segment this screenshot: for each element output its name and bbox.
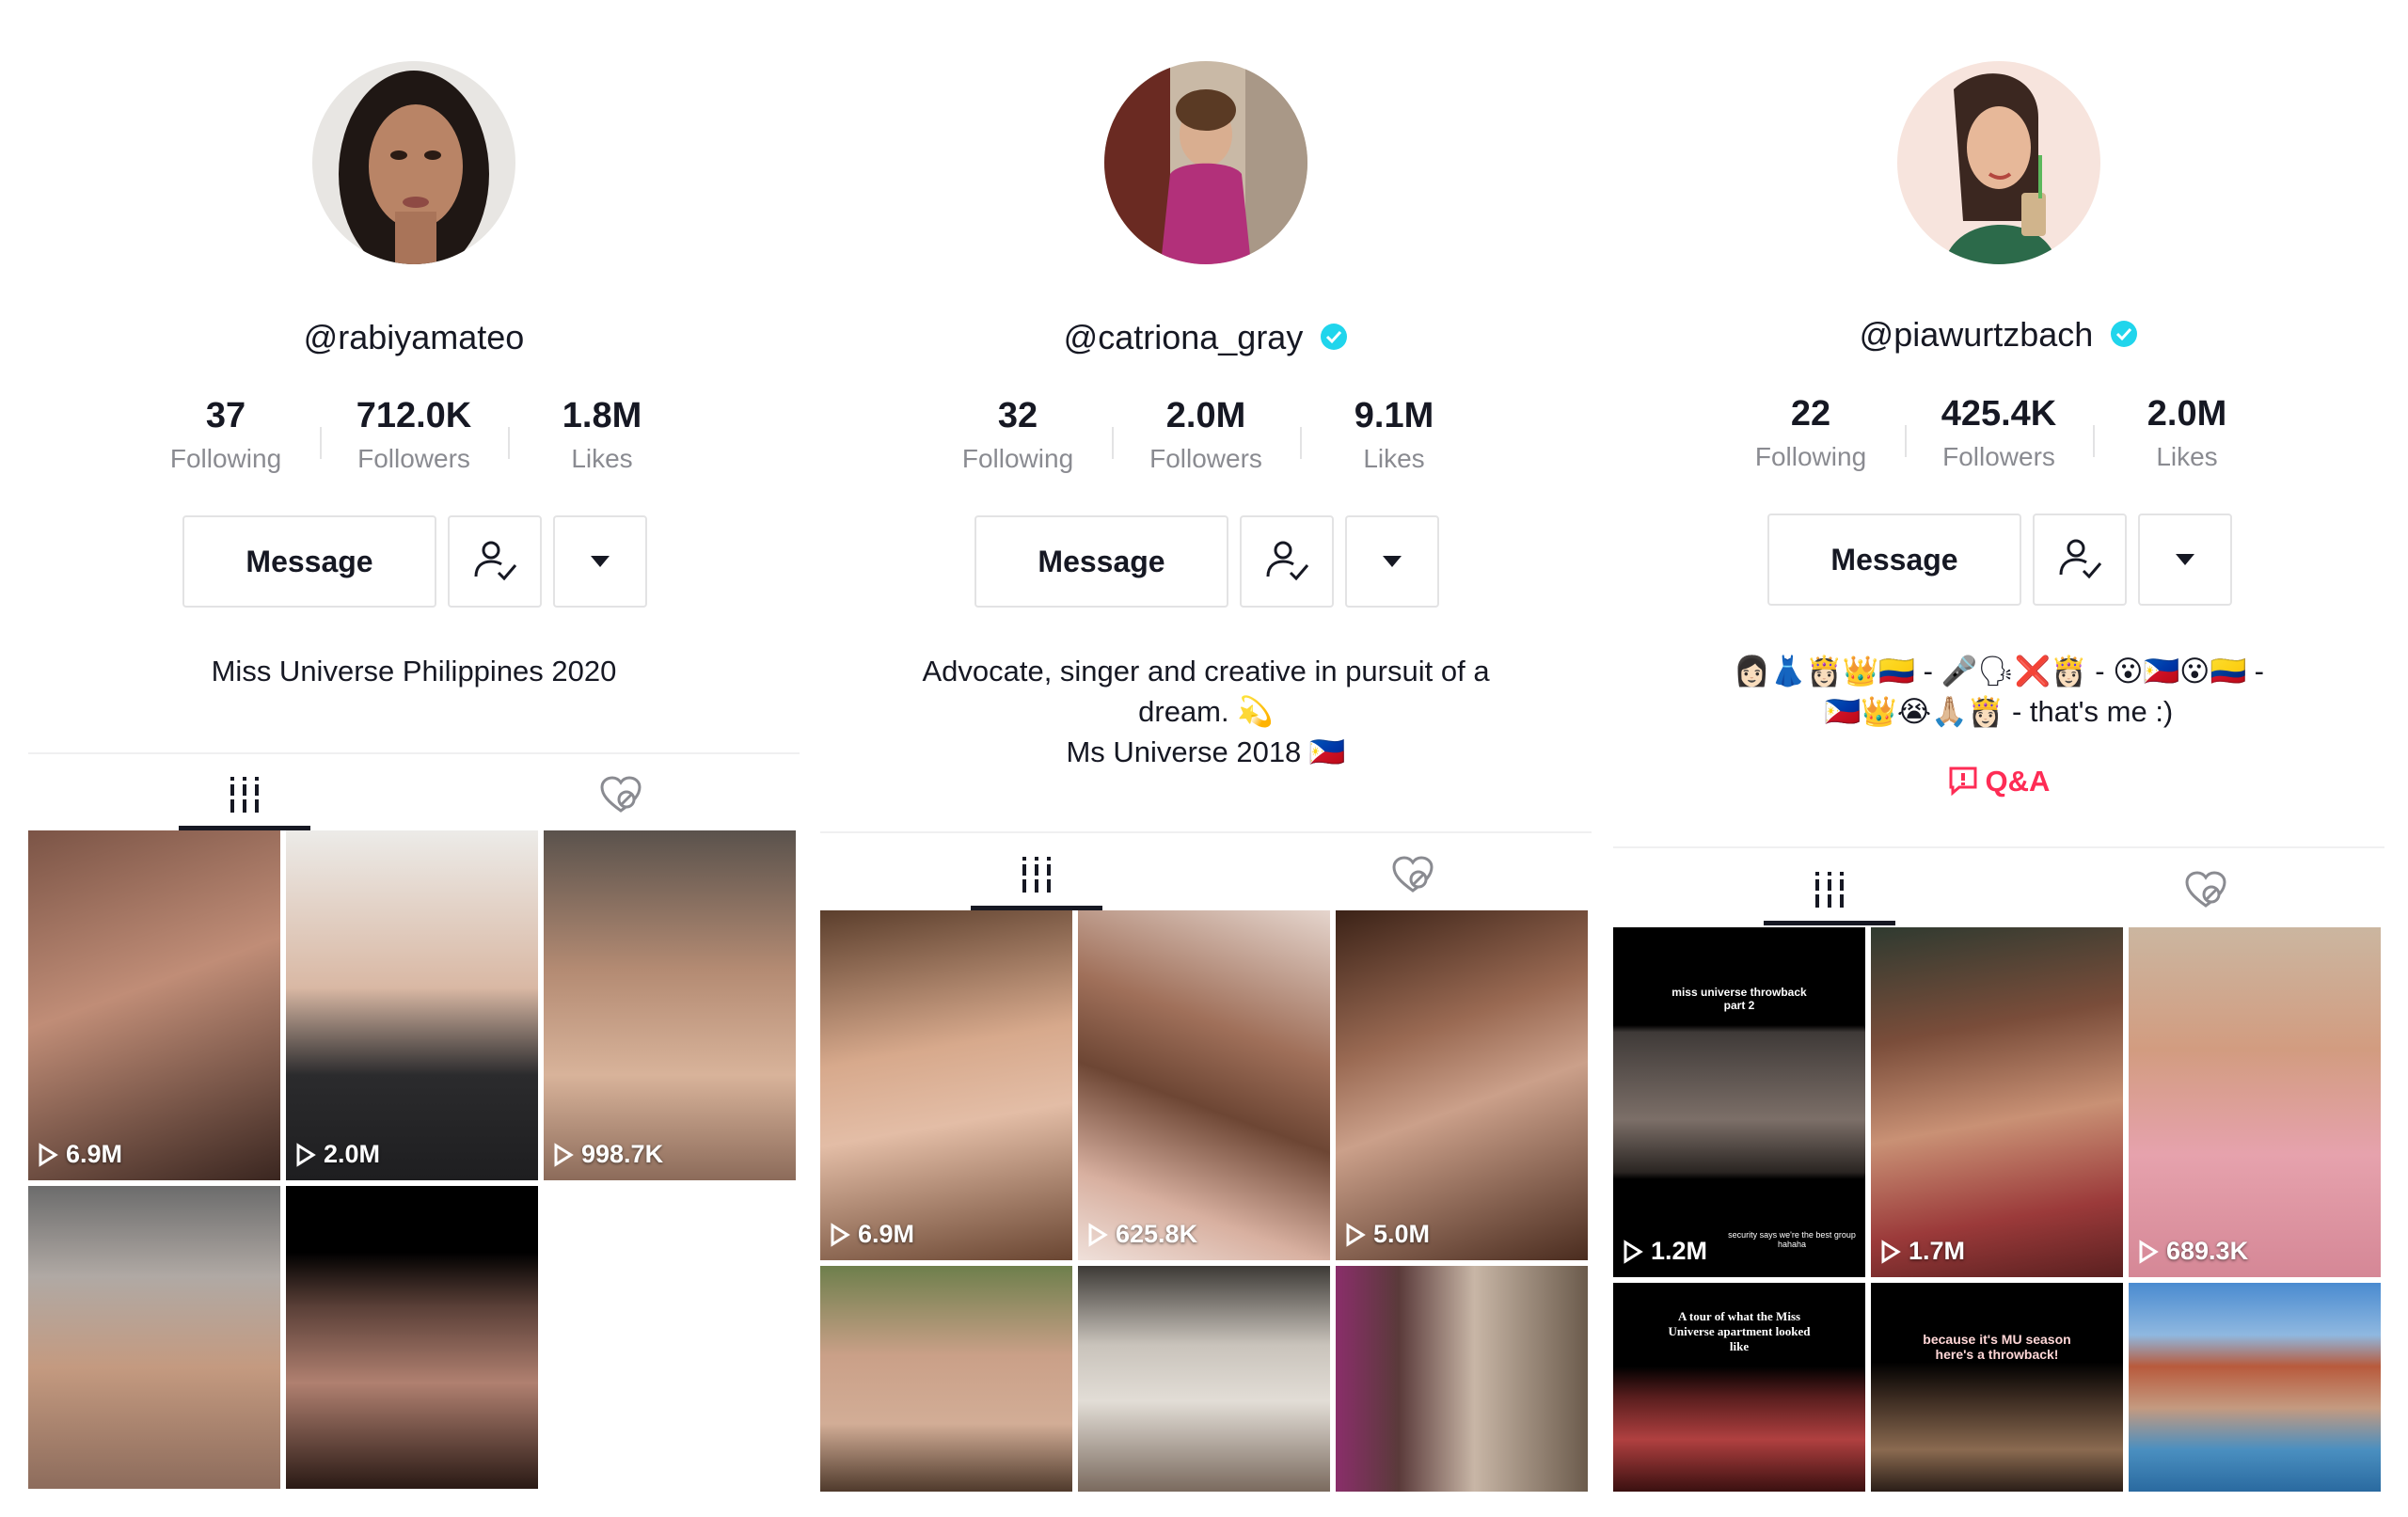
stats-row: 37 Following 712.0K Followers 1.8M Likes [132, 393, 696, 487]
bio: Miss Universe Philippines 2020 [211, 655, 617, 687]
caption-overlay: miss universe throwback part 2 [1671, 986, 1807, 1012]
view-count: 6.9M [830, 1220, 914, 1249]
view-count: 1.7M [1880, 1237, 1965, 1266]
video-thumbnail[interactable] [1336, 1266, 1588, 1492]
liked-hidden-icon [1392, 856, 1434, 893]
view-count: 6.9M [38, 1140, 122, 1169]
video-thumbnail[interactable]: 1.7M [1871, 927, 2123, 1277]
view-count: 689.3K [2138, 1237, 2248, 1266]
followers-stat[interactable]: 2.0M Followers [1112, 393, 1300, 480]
video-thumbnail[interactable] [820, 1266, 1072, 1492]
caption-overlay: security says we're the best group hahah… [1728, 1230, 1856, 1249]
caption-overlay: A tour of what the Miss Universe apartme… [1668, 1309, 1811, 1353]
tab-liked[interactable] [2140, 861, 2272, 918]
video-thumbnail[interactable] [28, 1186, 280, 1489]
user-check-icon [474, 541, 517, 581]
video-thumbnail[interactable] [2129, 1283, 2381, 1492]
play-icon [1881, 1239, 1901, 1264]
following-toggle-button[interactable] [2033, 514, 2127, 606]
video-thumbnail[interactable]: A tour of what the Miss Universe apartme… [1613, 1283, 1865, 1492]
grid-videos-icon [1813, 872, 1846, 908]
username: @rabiyamateo [303, 318, 525, 356]
likes-stat: 2.0M Likes [2147, 394, 2227, 471]
caret-down-icon [2176, 554, 2194, 565]
following-toggle-button[interactable] [1240, 515, 1334, 608]
video-thumbnail[interactable]: 689.3K [2129, 927, 2381, 1277]
video-thumbnail[interactable]: 625.8K [1078, 910, 1330, 1260]
verified-badge-icon [2111, 321, 2138, 348]
view-count: 998.7K [553, 1140, 663, 1169]
view-count: 2.0M [295, 1140, 380, 1169]
message-button[interactable]: Message [182, 515, 436, 608]
caption-overlay: because it's MU season here's a throwbac… [1923, 1332, 2071, 1362]
followers-stat[interactable]: 425.4K Followers [1905, 391, 2093, 478]
stats-row: 32 Following 2.0M Followers 9.1M Likes [924, 393, 1488, 487]
profile-panel-catriona-gray: @catriona_gray 32 Following 2.0M Followers… [820, 0, 1592, 1517]
avatar[interactable] [312, 61, 515, 264]
bio: Advocate, singer and creative in pursuit… [922, 655, 1490, 768]
play-icon [554, 1142, 574, 1167]
caret-down-icon [1383, 556, 1402, 567]
view-count: 1.2M [1623, 1237, 1707, 1266]
video-thumbnail[interactable]: miss universe throwback part 2 security … [1613, 927, 1865, 1277]
qa-link[interactable]: Q&A [1613, 765, 2384, 798]
username: @piawurtzbach [1613, 315, 2384, 362]
message-button[interactable]: Message [974, 515, 1228, 608]
more-dropdown-button[interactable] [1345, 515, 1439, 608]
user-check-icon [1266, 541, 1309, 581]
play-icon [1088, 1222, 1108, 1247]
tab-videos[interactable] [1764, 861, 1895, 918]
more-dropdown-button[interactable] [2138, 514, 2232, 606]
play-icon [2139, 1239, 2159, 1264]
liked-hidden-icon [2185, 871, 2226, 908]
video-thumbnail[interactable]: 6.9M [28, 830, 280, 1180]
profile-panel-piawurtzbach: @piawurtzbach 22 Following 425.4K Follower… [1613, 0, 2384, 1517]
video-thumbnail[interactable]: 6.9M [820, 910, 1072, 1260]
bio: 👩🏻👗👸🏻👑🇨🇴 - 🎤🗣❌👸🏻 - 😮🇵🇭😮🇨🇴 - 🇵🇭👑😭🙏🏼👸🏻 - t… [1733, 655, 2264, 728]
caret-down-icon [591, 556, 610, 567]
following-stat[interactable]: 32 Following [924, 393, 1112, 480]
video-thumbnail[interactable]: 2.0M [286, 830, 538, 1180]
qa-icon [1949, 766, 1977, 797]
likes-stat: 1.8M Likes [562, 396, 642, 473]
more-dropdown-button[interactable] [553, 515, 647, 608]
grid-videos-icon [228, 777, 261, 813]
avatar[interactable] [1104, 61, 1307, 264]
play-icon [39, 1142, 58, 1167]
video-thumbnail[interactable] [286, 1186, 538, 1489]
play-icon [1346, 1222, 1366, 1247]
likes-stat: 9.1M Likes [1354, 396, 1434, 473]
liked-hidden-icon [600, 776, 642, 813]
profile-panel-rabiyamateo: @rabiyamateo 37 Following 712.0K Followers… [28, 0, 800, 1517]
following-stat[interactable]: 22 Following [1717, 391, 1905, 478]
tab-liked[interactable] [1347, 846, 1479, 903]
view-count: 5.0M [1345, 1220, 1430, 1249]
play-icon [831, 1222, 850, 1247]
play-icon [1624, 1239, 1643, 1264]
video-thumbnail[interactable]: 998.7K [544, 830, 796, 1180]
video-thumbnail[interactable]: 5.0M [1336, 910, 1588, 1260]
play-icon [296, 1142, 316, 1167]
verified-badge-icon [1321, 324, 1348, 351]
video-thumbnail[interactable] [1078, 1266, 1330, 1492]
user-check-icon [2059, 539, 2102, 579]
video-thumbnail[interactable]: because it's MU season here's a throwbac… [1871, 1283, 2123, 1492]
tab-liked[interactable] [555, 766, 687, 823]
avatar[interactable] [1897, 61, 2100, 264]
following-stat[interactable]: 37 Following [132, 393, 320, 480]
grid-videos-icon [1020, 857, 1054, 893]
following-toggle-button[interactable] [448, 515, 542, 608]
view-count: 625.8K [1087, 1220, 1197, 1249]
username: @catriona_gray [820, 318, 1592, 365]
message-button[interactable]: Message [1767, 514, 2021, 606]
tab-videos[interactable] [179, 766, 310, 823]
stats-row: 22 Following 425.4K Followers 2.0M Likes [1717, 391, 2281, 485]
followers-stat[interactable]: 712.0K Followers [320, 393, 508, 480]
tab-videos[interactable] [971, 846, 1102, 903]
